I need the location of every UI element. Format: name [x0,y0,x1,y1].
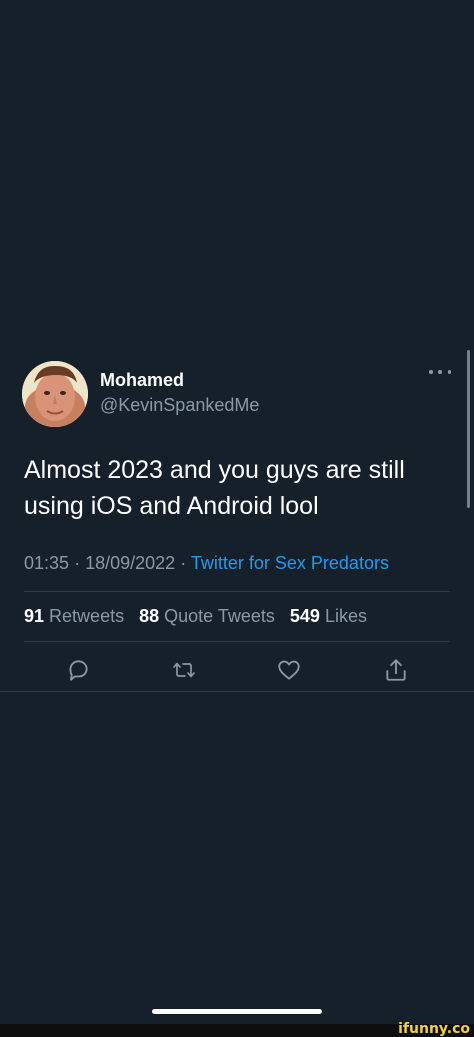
tweet-date: 18/09/2022 [85,553,176,573]
divider [24,591,450,592]
like-icon [278,660,300,680]
more-options-icon[interactable] [429,367,451,377]
tweet-header: Mohamed @KevinSpankedMe [0,355,474,433]
quotes-stat[interactable]: 88 Quote Tweets [139,606,285,626]
retweet-icon [173,662,195,678]
share-button[interactable] [376,650,416,690]
retweets-stat[interactable]: 91 Retweets [24,606,134,626]
home-indicator[interactable] [152,1009,322,1014]
meta-separator: · [180,553,187,573]
avatar[interactable] [22,361,88,427]
tweet-text: Almost 2023 and you guys are still using… [24,456,405,520]
likes-stat[interactable]: 549 Likes [290,606,377,626]
tweet-stats: 91 Retweets 88 Quote Tweets 549 Likes [24,606,377,627]
author-name[interactable]: Mohamed [100,370,184,391]
quotes-count: 88 [139,606,160,626]
tweet-actions [0,650,474,690]
likes-label: Likes [324,606,367,626]
quotes-label: Quote Tweets [164,606,275,626]
tweet-source-link[interactable]: Twitter for Sex Predators [191,553,389,573]
reply-icon [69,660,88,681]
tweet-detail: Mohamed @KevinSpankedMe Almost 2023 and … [0,355,474,692]
likes-count: 549 [289,606,320,626]
divider [0,691,474,692]
avatar-image [22,361,88,427]
reply-button[interactable] [58,650,98,690]
retweets-label: Retweets [49,606,125,626]
retweets-count: 91 [24,606,45,626]
like-button[interactable] [269,650,309,690]
meta-separator: · [74,553,81,573]
tweet-time: 01:35 [24,553,70,573]
tweet-meta: 01:35 · 18/09/2022 · Twitter for Sex Pre… [24,553,389,574]
share-icon [386,659,406,681]
retweet-button[interactable] [164,650,204,690]
author-handle[interactable]: @KevinSpankedMe [100,395,259,416]
watermark: ifunny.co [398,1021,470,1037]
divider [24,641,450,642]
